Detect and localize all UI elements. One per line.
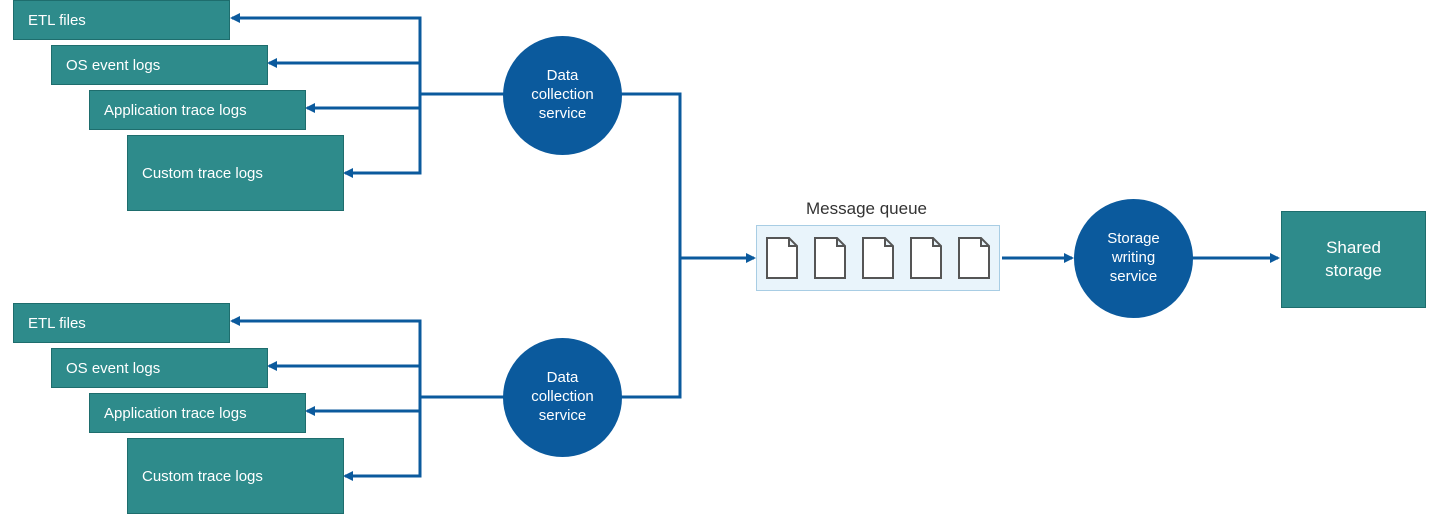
source-label: Application trace logs (104, 405, 247, 422)
data-collection-service-top: Data collection service (503, 36, 622, 155)
source-box-os-event-bottom: OS event logs (51, 348, 268, 388)
source-label: Application trace logs (104, 102, 247, 119)
message-icon (907, 236, 945, 280)
source-label: Custom trace logs (142, 165, 263, 182)
message-icon (955, 236, 993, 280)
source-box-etl-top: ETL files (13, 0, 230, 40)
source-box-app-trace-bottom: Application trace logs (89, 393, 306, 433)
source-box-custom-trace-top: Custom trace logs (127, 135, 344, 211)
source-box-app-trace-top: Application trace logs (89, 90, 306, 130)
source-box-etl-bottom: ETL files (13, 303, 230, 343)
message-queue-label: Message queue (806, 199, 927, 219)
shared-storage: Shared storage (1281, 211, 1426, 308)
source-label: ETL files (28, 315, 86, 332)
source-label: OS event logs (66, 57, 160, 74)
storage-label: Shared storage (1325, 237, 1382, 283)
source-label: ETL files (28, 12, 86, 29)
data-collection-service-bottom: Data collection service (503, 338, 622, 457)
circle-label: Data collection service (531, 369, 594, 425)
circle-label: Storage writing service (1107, 230, 1160, 286)
source-box-custom-trace-bottom: Custom trace logs (127, 438, 344, 514)
source-label: OS event logs (66, 360, 160, 377)
circle-label: Data collection service (531, 67, 594, 123)
message-icon (811, 236, 849, 280)
message-queue (756, 225, 1000, 291)
source-box-os-event-top: OS event logs (51, 45, 268, 85)
message-icon (859, 236, 897, 280)
source-label: Custom trace logs (142, 468, 263, 485)
message-icon (763, 236, 801, 280)
storage-writing-service: Storage writing service (1074, 199, 1193, 318)
